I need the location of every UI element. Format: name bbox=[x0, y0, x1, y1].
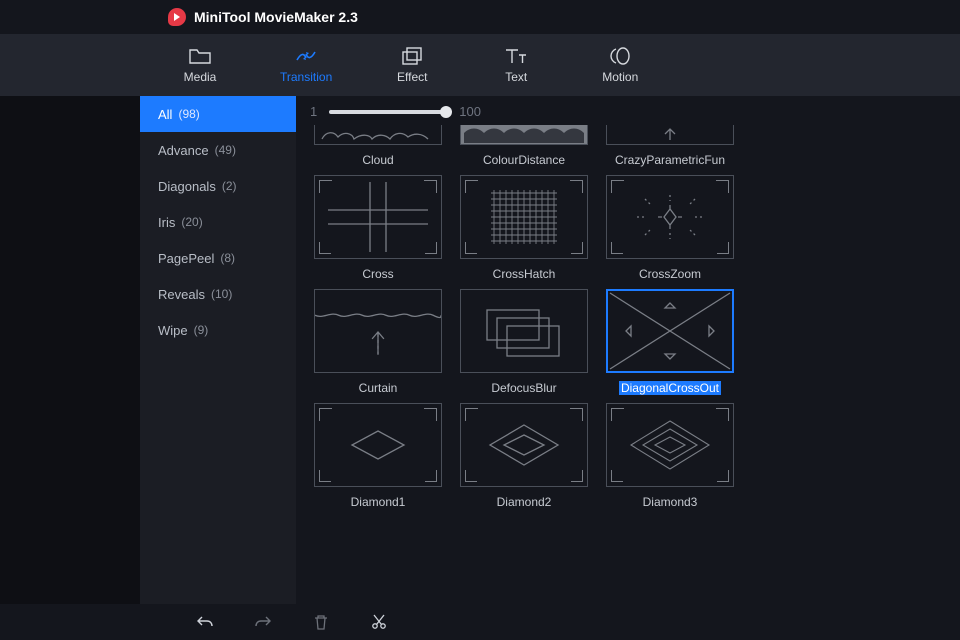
transition-cross[interactable]: Cross bbox=[310, 175, 446, 281]
sidebar-item-iris[interactable]: Iris (20) bbox=[140, 204, 296, 240]
cut-icon[interactable] bbox=[370, 613, 388, 631]
transition-curtain[interactable]: Curtain bbox=[310, 289, 446, 395]
sidebar-item-label: All bbox=[158, 107, 172, 122]
content-area: 1 100 Cloud ColourDistance bbox=[296, 96, 960, 604]
toolbar-motion[interactable]: Motion bbox=[596, 46, 644, 84]
thumbnail bbox=[460, 125, 588, 145]
trash-icon[interactable] bbox=[312, 613, 330, 631]
sidebar-item-count: (20) bbox=[181, 215, 202, 229]
category-sidebar: All (98) Advance (49) Diagonals (2) Iris… bbox=[140, 96, 296, 604]
sidebar-item-label: Reveals bbox=[158, 287, 205, 302]
sidebar-item-count: (98) bbox=[178, 107, 199, 121]
main-body: All (98) Advance (49) Diagonals (2) Iris… bbox=[0, 96, 960, 604]
thumbnail-label: Cross bbox=[362, 267, 393, 281]
sidebar-item-all[interactable]: All (98) bbox=[140, 96, 296, 132]
thumbnail-label: Cloud bbox=[362, 153, 393, 167]
transition-diamond2[interactable]: Diamond2 bbox=[456, 403, 592, 509]
thumbnail-label: CrossZoom bbox=[639, 267, 701, 281]
folder-icon bbox=[189, 46, 211, 66]
thumbnail bbox=[314, 289, 442, 373]
toolbar-media[interactable]: Media bbox=[176, 46, 224, 84]
toolbar-label: Media bbox=[184, 70, 217, 84]
transition-cloud[interactable]: Cloud bbox=[310, 125, 446, 167]
sidebar-item-label: Advance bbox=[158, 143, 209, 158]
zoom-slider-thumb[interactable] bbox=[440, 106, 452, 118]
thumbnail bbox=[606, 403, 734, 487]
toolbar-text[interactable]: Text bbox=[492, 46, 540, 84]
zoom-slider[interactable] bbox=[329, 110, 447, 114]
thumbnail-label: Diamond3 bbox=[643, 495, 698, 509]
motion-icon bbox=[609, 46, 631, 66]
thumbnail bbox=[606, 289, 734, 373]
thumbnail bbox=[606, 175, 734, 259]
transition-defocusblur[interactable]: DefocusBlur bbox=[456, 289, 592, 395]
transition-diamond3[interactable]: Diamond3 bbox=[602, 403, 738, 509]
toolbar-label: Transition bbox=[280, 70, 332, 84]
app-logo-icon bbox=[168, 8, 186, 26]
thumbnail bbox=[460, 175, 588, 259]
titlebar: MiniTool MovieMaker 2.3 bbox=[0, 0, 960, 34]
sidebar-item-pagepeel[interactable]: PagePeel (8) bbox=[140, 240, 296, 276]
sidebar-item-label: Wipe bbox=[158, 323, 188, 338]
thumbnail-label: Diamond2 bbox=[497, 495, 552, 509]
thumbnail-label: DiagonalCrossOut bbox=[619, 381, 721, 395]
thumbnail-label: Curtain bbox=[359, 381, 398, 395]
thumbnail bbox=[460, 289, 588, 373]
sidebar-item-wipe[interactable]: Wipe (9) bbox=[140, 312, 296, 348]
sidebar-item-count: (10) bbox=[211, 287, 232, 301]
transition-colourdistance[interactable]: ColourDistance bbox=[456, 125, 592, 167]
thumbnail bbox=[460, 403, 588, 487]
app-title: MiniTool MovieMaker 2.3 bbox=[194, 9, 358, 25]
thumbnail-label: DefocusBlur bbox=[491, 381, 556, 395]
transition-crosszoom[interactable]: CrossZoom bbox=[602, 175, 738, 281]
transition-grid: Cloud ColourDistance CrazyParametricFun bbox=[310, 123, 960, 509]
sidebar-item-label: Iris bbox=[158, 215, 175, 230]
thumbnail bbox=[314, 125, 442, 145]
footer-toolbar bbox=[0, 604, 960, 640]
thumbnail bbox=[606, 125, 734, 145]
sidebar-item-count: (2) bbox=[222, 179, 237, 193]
thumbnail-label: Diamond1 bbox=[351, 495, 406, 509]
thumbnail-label: CrazyParametricFun bbox=[615, 153, 725, 167]
transition-crosshatch[interactable]: CrossHatch bbox=[456, 175, 592, 281]
toolbar-label: Motion bbox=[602, 70, 638, 84]
transition-diagonalcrossout[interactable]: DiagonalCrossOut bbox=[602, 289, 738, 395]
sidebar-item-label: Diagonals bbox=[158, 179, 216, 194]
sidebar-item-diagonals[interactable]: Diagonals (2) bbox=[140, 168, 296, 204]
zoom-slider-row: 1 100 bbox=[310, 104, 960, 123]
redo-icon[interactable] bbox=[254, 613, 272, 631]
toolbar-label: Text bbox=[505, 70, 527, 84]
transition-diamond1[interactable]: Diamond1 bbox=[310, 403, 446, 509]
sidebar-item-count: (49) bbox=[215, 143, 236, 157]
effect-icon bbox=[401, 46, 423, 66]
thumbnail-label: CrossHatch bbox=[493, 267, 556, 281]
transition-icon bbox=[295, 46, 317, 66]
toolbar-label: Effect bbox=[397, 70, 427, 84]
zoom-min-label: 1 bbox=[310, 104, 317, 119]
sidebar-item-reveals[interactable]: Reveals (10) bbox=[140, 276, 296, 312]
toolbar-effect[interactable]: Effect bbox=[388, 46, 436, 84]
text-icon bbox=[505, 46, 527, 66]
sidebar-item-label: PagePeel bbox=[158, 251, 214, 266]
thumbnail-label: ColourDistance bbox=[483, 153, 565, 167]
sidebar-item-count: (9) bbox=[194, 323, 209, 337]
main-toolbar: Media Transition Effect Text Motion bbox=[0, 34, 960, 96]
toolbar-transition[interactable]: Transition bbox=[280, 46, 332, 84]
thumbnail bbox=[314, 403, 442, 487]
thumbnail bbox=[314, 175, 442, 259]
sidebar-item-advance[interactable]: Advance (49) bbox=[140, 132, 296, 168]
transition-crazyparametricfun[interactable]: CrazyParametricFun bbox=[602, 125, 738, 167]
sidebar-item-count: (8) bbox=[220, 251, 235, 265]
undo-icon[interactable] bbox=[196, 613, 214, 631]
zoom-max-label: 100 bbox=[459, 104, 481, 119]
